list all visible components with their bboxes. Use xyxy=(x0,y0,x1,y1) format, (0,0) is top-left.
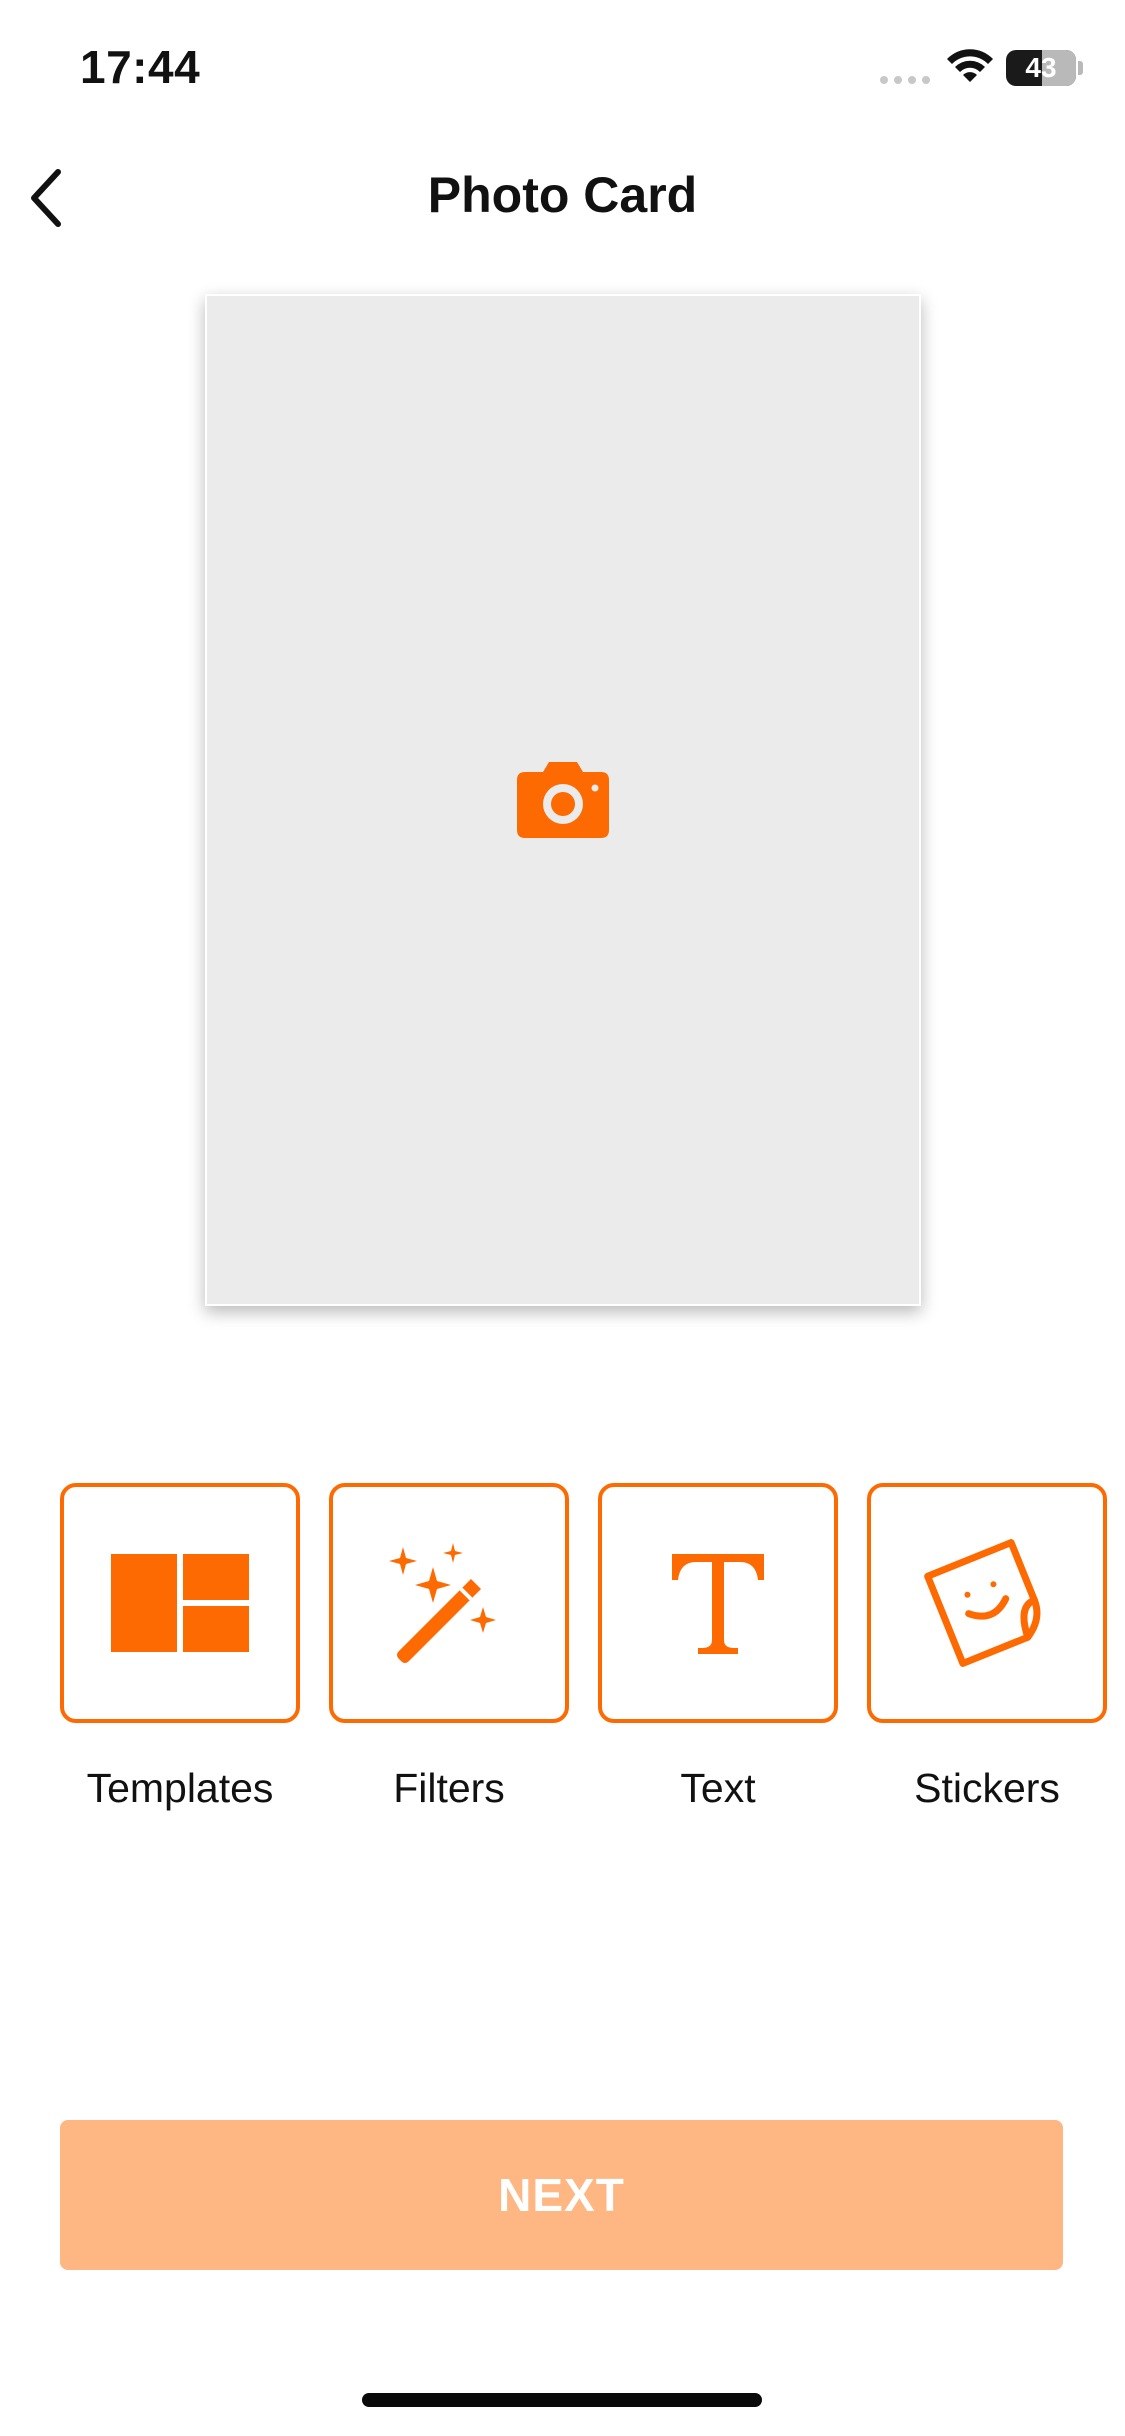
photo-card-canvas[interactable] xyxy=(205,294,921,1306)
page-title: Photo Card xyxy=(427,167,698,223)
battery-icon: 43 xyxy=(1006,50,1076,86)
templates-tool-box[interactable] xyxy=(60,1483,300,1723)
magic-wand-icon xyxy=(389,1543,496,1663)
status-time: 17:44 xyxy=(80,41,201,93)
filters-tool-box[interactable] xyxy=(329,1483,569,1723)
filters-label: Filters xyxy=(393,1765,505,1811)
battery-nub xyxy=(1078,61,1083,75)
camera-icon[interactable] xyxy=(517,762,609,838)
filters-tool[interactable]: Filters xyxy=(329,1483,569,1823)
text-tool-box[interactable] xyxy=(598,1483,838,1723)
templates-grid-icon xyxy=(111,1554,249,1652)
next-button[interactable]: NEXT xyxy=(60,2120,1063,2270)
stickers-label: Stickers xyxy=(914,1765,1060,1811)
templates-label: Templates xyxy=(86,1765,274,1811)
text-label: Text xyxy=(680,1765,756,1811)
status-bar: 17:44 43 xyxy=(0,0,1125,140)
stickers-tool-box[interactable] xyxy=(867,1483,1107,1723)
sticker-smiley-icon xyxy=(924,1539,1041,1667)
wifi-icon xyxy=(947,49,993,82)
editing-tools: Templates Filters Text Stickers xyxy=(0,1483,1125,1823)
cellular-signal-icon xyxy=(880,76,930,84)
battery-level: 43 xyxy=(1025,52,1057,83)
text-tool[interactable]: Text xyxy=(598,1483,838,1823)
templates-tool[interactable]: Templates xyxy=(60,1483,300,1823)
home-indicator[interactable] xyxy=(362,2393,762,2407)
stickers-tool[interactable]: Stickers xyxy=(867,1483,1107,1823)
text-t-icon xyxy=(672,1554,764,1654)
